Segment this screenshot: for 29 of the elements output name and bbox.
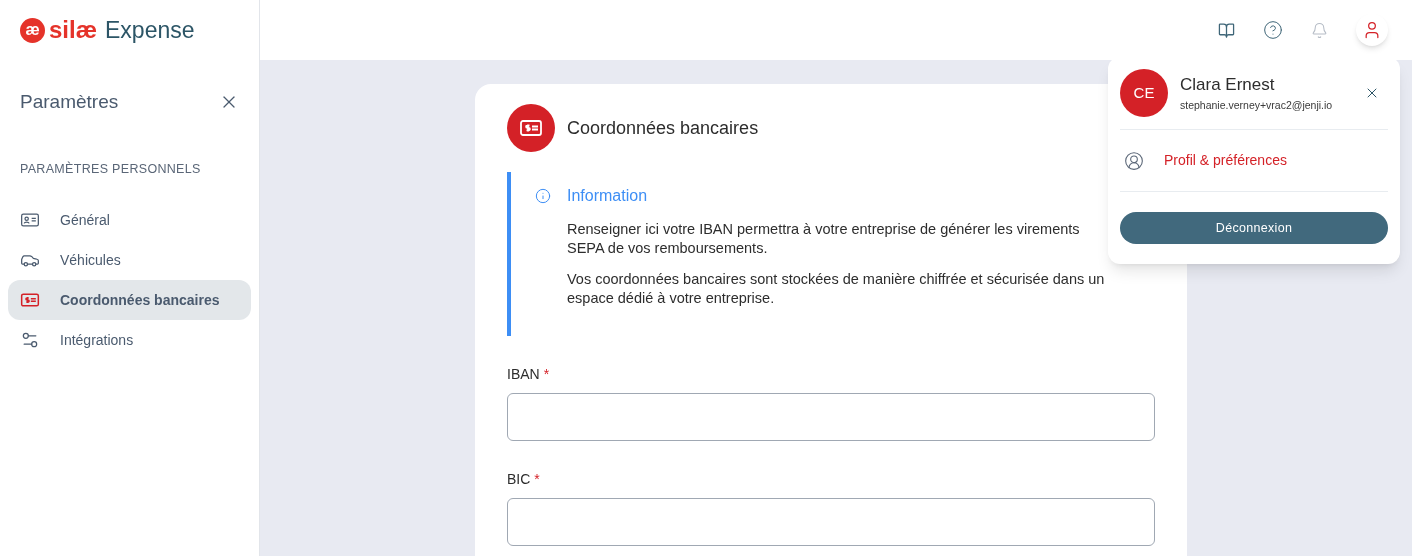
- logo-mark-icon: æ: [20, 17, 45, 43]
- sidebar-title: Paramètres: [20, 90, 119, 114]
- text-field[interactable]: [507, 393, 1155, 441]
- sidebar-item[interactable]: Coordonnées bancaires: [8, 280, 251, 321]
- sidebar-item[interactable]: Véhicules: [8, 240, 251, 281]
- user-circle-icon: [1124, 150, 1144, 171]
- info-text: Renseigner ici votre IBAN permettra à votre entreprise de générer les virements SEPA de vos remboursements.: [567, 220, 1081, 258]
- info-icon: [535, 188, 551, 204]
- help-icon[interactable]: [1263, 20, 1283, 40]
- user-name: Clara Ernest: [1180, 74, 1276, 97]
- logo-brand: silæ: [49, 18, 98, 42]
- required-asterisk: *: [543, 365, 550, 384]
- field-label: BIC: [507, 470, 531, 489]
- sidebar-item[interactable]: Intégrations: [8, 320, 251, 361]
- book-icon[interactable]: [1218, 21, 1235, 39]
- card-title: Coordonnées bancaires: [567, 116, 759, 140]
- required-asterisk: *: [534, 470, 540, 489]
- profile-link[interactable]: Profil & préférences: [1164, 150, 1287, 171]
- logo-product: Expense: [105, 18, 195, 42]
- info-title: Information: [567, 186, 648, 206]
- info-text: Vos coordonnées bancaires sont stockées de manière chiffrée et sécurisée dans un espace dédié à votre entreprise.: [567, 270, 1106, 308]
- user-button[interactable]: [1356, 14, 1388, 46]
- user-email: stephanie.verney+vrac2@jenji.io: [1180, 97, 1334, 113]
- user-avatar: CE: [1120, 69, 1168, 117]
- section-label: PARAMÈTRES PERSONNELS: [19, 160, 202, 178]
- logout-button[interactable]: Déconnexion: [1120, 212, 1388, 244]
- field-label: IBAN: [507, 365, 540, 384]
- sidebar-item[interactable]: Général: [8, 200, 251, 241]
- text-field[interactable]: [507, 498, 1155, 546]
